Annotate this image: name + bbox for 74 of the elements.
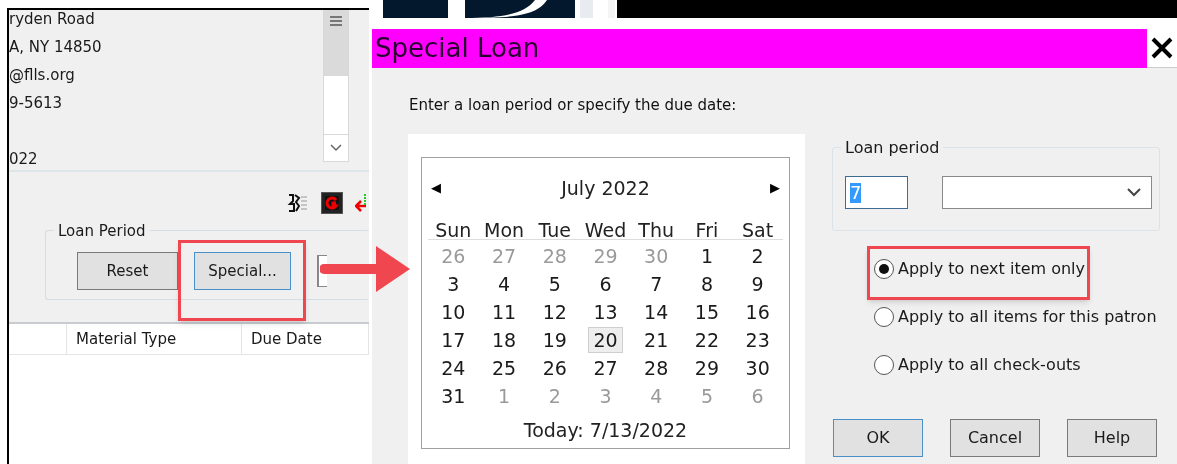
weekday-label: Mon xyxy=(484,218,525,243)
day-cell[interactable]: 1 xyxy=(695,243,718,269)
patron-detail-text: 022 xyxy=(9,149,39,170)
back-arrow-icon[interactable] xyxy=(355,192,367,214)
instruction-text: Enter a loan period or specify the due date: xyxy=(408,95,738,116)
patron-detail-text: 9-5613 xyxy=(9,93,64,114)
day-cell[interactable]: 25 xyxy=(486,355,522,381)
special-button[interactable]: Special... xyxy=(194,252,291,290)
field-value: 7 xyxy=(850,182,862,203)
day-cell[interactable]: 10 xyxy=(436,299,471,325)
scrollbar[interactable] xyxy=(323,10,349,162)
day-cell[interactable]: 7 xyxy=(645,271,668,297)
patron-detail-text: @flls.org xyxy=(9,65,76,86)
chevron-down-icon xyxy=(1127,188,1141,197)
day-cell[interactable]: 9 xyxy=(746,271,769,297)
reset-button[interactable]: Reset xyxy=(77,252,178,290)
weekday-label: Sun xyxy=(435,218,472,243)
day-cell[interactable]: 18 xyxy=(486,327,522,353)
patron-detail-text: ryden Road xyxy=(9,9,96,30)
day-cell[interactable]: 31 xyxy=(436,383,471,409)
radio-label[interactable]: Apply to all check-outs xyxy=(898,353,1081,377)
day-cell[interactable]: 11 xyxy=(486,299,522,325)
chevron-down-icon xyxy=(330,144,342,152)
ok-button[interactable]: OK xyxy=(833,419,923,457)
radio-label[interactable]: Apply to next item only xyxy=(898,257,1085,281)
day-cell[interactable]: 29 xyxy=(689,355,724,381)
radio-label[interactable]: Apply to all items for this patron xyxy=(898,305,1157,329)
day-cell[interactable]: 21 xyxy=(639,327,674,353)
today-link[interactable]: Today: 7/13/2022 xyxy=(523,416,688,445)
column-header[interactable]: Material Type xyxy=(67,324,242,354)
next-month-button[interactable]: ▶ xyxy=(770,178,780,198)
window-title: Special Loan xyxy=(372,29,1147,68)
month-title: July 2022 xyxy=(561,175,650,201)
close-button[interactable] xyxy=(1147,29,1177,68)
day-cell[interactable]: 20 xyxy=(588,327,623,353)
day-cell[interactable]: 19 xyxy=(537,327,572,353)
radio-button[interactable] xyxy=(874,307,894,327)
day-cell[interactable]: 14 xyxy=(639,299,674,325)
day-cell[interactable]: 17 xyxy=(436,327,471,353)
weekday-label: Sat xyxy=(742,218,774,243)
scroll-thumb[interactable] xyxy=(324,11,348,76)
letter-g-icon[interactable] xyxy=(321,192,343,214)
help-button[interactable]: Help xyxy=(1067,419,1157,457)
column-header[interactable]: Due Date xyxy=(242,324,369,354)
weekday-label: Thu xyxy=(638,218,675,243)
day-cell[interactable]: 26 xyxy=(537,355,572,381)
day-cell[interactable]: 23 xyxy=(740,327,775,353)
unit-dropdown[interactable] xyxy=(942,176,1152,209)
day-cell[interactable]: 8 xyxy=(695,271,718,297)
patron-detail-text: A, NY 14850 xyxy=(9,37,103,58)
weekday-label: Fri xyxy=(695,218,719,243)
day-cell[interactable]: 5 xyxy=(543,271,566,297)
cancel-button[interactable]: Cancel xyxy=(950,419,1040,457)
day-cell[interactable]: 30 xyxy=(740,355,775,381)
day-cell[interactable]: 27 xyxy=(588,355,623,381)
day-cell[interactable]: 3 xyxy=(442,271,465,297)
radio-button[interactable] xyxy=(874,355,894,375)
previous-month-button[interactable]: ◀ xyxy=(431,178,441,198)
weekday-label: Tue xyxy=(538,218,571,243)
day-cell[interactable]: 16 xyxy=(740,299,775,325)
day-cell[interactable]: 15 xyxy=(689,299,724,325)
grip-icon xyxy=(330,15,342,27)
close-icon xyxy=(1151,37,1173,59)
weekday-label: Wed xyxy=(584,218,627,243)
day-cell[interactable]: 2 xyxy=(746,243,769,269)
day-cell[interactable]: 6 xyxy=(594,271,617,297)
day-cell[interactable]: 24 xyxy=(436,355,471,381)
day-cell[interactable]: 12 xyxy=(537,299,572,325)
day-cell[interactable]: 28 xyxy=(639,355,674,381)
day-cell[interactable]: 22 xyxy=(689,327,724,353)
day-cell[interactable]: 4 xyxy=(493,271,516,297)
radio-button[interactable] xyxy=(874,259,894,279)
calendar[interactable]: ◀ July 2022 ▶ Sun Mon Tue Wed Thu Fri Sat 26 27 28 29 30 1 2 3 4 5 6 7 8 9 10 11 12 13 14 15 16 17 18 19 20 21 22 23 24 25 26 27 28 29 30 31 1 2 3 4 5 6 Today: 7/13/2022 xyxy=(421,157,790,449)
day-cell[interactable]: 13 xyxy=(588,299,623,325)
